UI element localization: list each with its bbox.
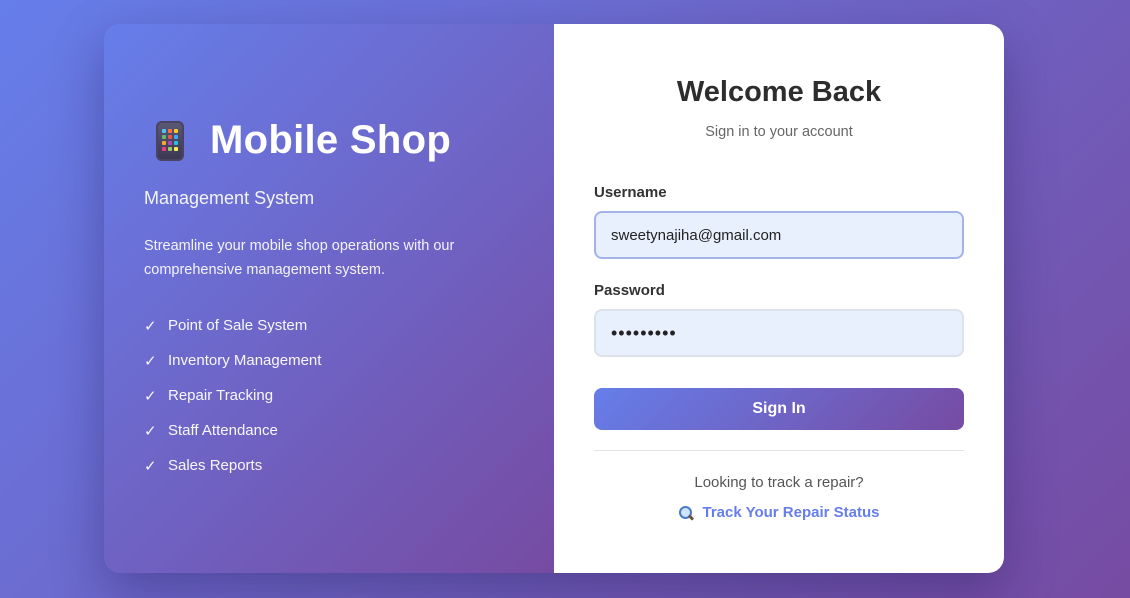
page-title: Welcome Back [676,76,882,108]
password-label: Password [594,282,665,299]
feature-list: ✓ Point of Sale System ✓ Inventory Manag… [144,308,321,483]
feature-item: ✓ Inventory Management [144,343,321,378]
track-repair-link[interactable]: Track Your Repair Status [554,504,1004,521]
feature-label: Inventory Management [168,352,322,369]
feature-label: Repair Tracking [168,387,274,404]
track-prompt: Looking to track a repair? [694,474,864,491]
magnifier-icon [678,505,695,521]
username-input[interactable] [594,211,964,259]
feature-label: Staff Attendance [168,422,278,439]
brand-subtitle: Management System [144,188,315,208]
check-icon: ✓ [144,317,157,335]
check-icon: ✓ [144,422,157,440]
username-label: Username [594,184,667,201]
track-link-label: Track Your Repair Status [702,504,880,521]
page-subtitle: Sign in to your account [705,124,853,140]
login-card: Mobile Shop Management System Streamline… [104,24,1004,573]
feature-item: ✓ Sales Reports [144,448,321,483]
check-icon: ✓ [144,457,157,475]
feature-label: Point of Sale System [168,317,308,334]
feature-item: ✓ Staff Attendance [144,413,321,448]
divider [594,450,964,451]
check-icon: ✓ [144,352,157,370]
sign-in-button[interactable]: Sign In [594,388,964,430]
brand-title: Mobile Shop [210,118,452,162]
check-icon: ✓ [144,387,157,405]
brand-description: Streamline your mobile shop operations w… [144,238,455,278]
feature-item: ✓ Point of Sale System [144,308,321,343]
branding-panel: Mobile Shop Management System Streamline… [104,24,554,573]
login-panel: Welcome Back Sign in to your account Use… [554,24,1004,573]
mobile-phone-icon [156,120,184,161]
feature-item: ✓ Repair Tracking [144,378,321,413]
feature-label: Sales Reports [168,457,263,474]
brand-header: Mobile Shop [144,118,451,163]
password-input[interactable] [594,309,964,357]
